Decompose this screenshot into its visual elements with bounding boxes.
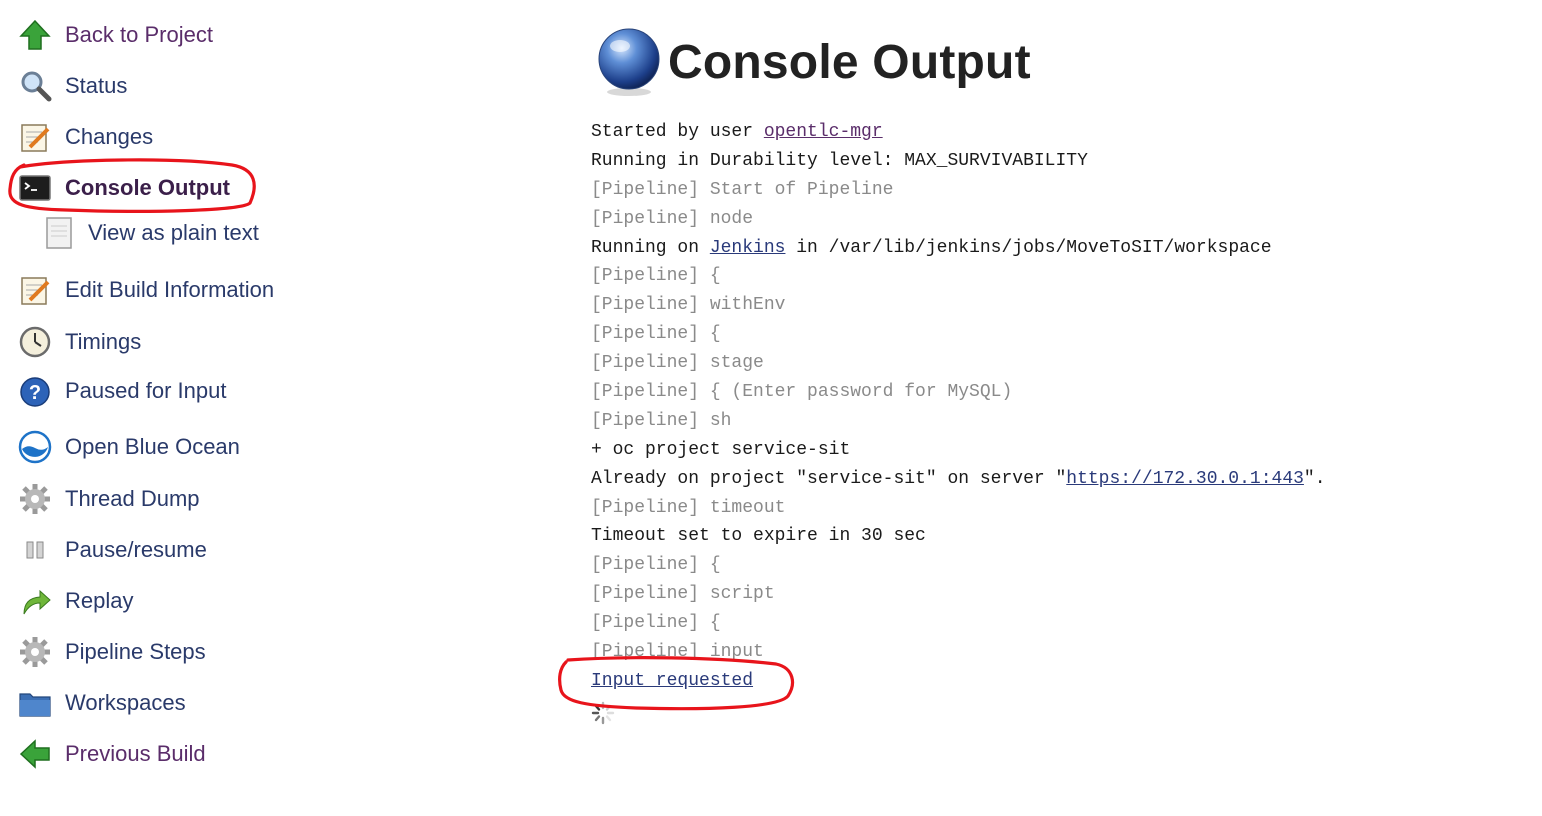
loading-spinner-icon (591, 701, 615, 725)
sidebar-item-timings[interactable]: Timings (18, 323, 141, 361)
help-icon: ? (18, 374, 52, 408)
sidebar-item-label: Pause/resume (65, 537, 207, 562)
sidebar-item-paused-for-input[interactable]: ? Paused for Input (18, 372, 226, 410)
sidebar-item-previous-build[interactable]: Previous Build (18, 735, 206, 773)
node-link[interactable]: Jenkins (710, 238, 786, 258)
sidebar-item-label: Paused for Input (65, 378, 227, 403)
blue-ocean-icon (18, 430, 52, 464)
console-line: Running in Durability level: MAX_SURVIVA… (591, 150, 1088, 171)
console-text: Already on project "service-sit" on serv… (591, 468, 1067, 489)
gear-icon (18, 635, 52, 669)
terminal-icon (18, 171, 52, 205)
sidebar-item-label: Edit Build Information (65, 277, 275, 302)
console-line: [Pipeline] node (591, 208, 754, 229)
magnifier-icon (18, 69, 52, 103)
console-line: [Pipeline] Start of Pipeline (591, 179, 894, 200)
input-requested-link[interactable]: Input requested (591, 671, 753, 691)
console-line: Started by user opentlc-mgr (591, 118, 1326, 147)
sidebar-item-label: Status (65, 73, 128, 98)
sidebar-item-label: Open Blue Ocean (65, 434, 240, 459)
folder-icon (18, 686, 52, 720)
document-icon (42, 216, 76, 250)
sidebar-item-label: Pipeline Steps (65, 639, 206, 664)
pause-icon (18, 533, 52, 567)
up-arrow-icon (18, 18, 52, 52)
console-line: [Pipeline] timeout (591, 497, 786, 518)
sidebar-item-pipeline-steps[interactable]: Pipeline Steps (18, 633, 206, 671)
title-row: Console Output (596, 26, 1031, 98)
redo-arrow-icon (18, 584, 52, 618)
sidebar-item-thread-dump[interactable]: Thread Dump (18, 480, 200, 518)
sidebar-item-label: Previous Build (65, 741, 206, 766)
console-line: [Pipeline] sh (591, 410, 732, 431)
console-line: [Pipeline] withEnv (591, 295, 786, 316)
console-line: + oc project service-sit (591, 439, 851, 460)
sidebar-item-status[interactable]: Status (18, 67, 127, 105)
sidebar-item-workspaces[interactable]: Workspaces (18, 684, 186, 722)
sidebar-item-label: View as plain text (88, 220, 259, 245)
server-url-link[interactable]: https://172.30.0.1:443 (1066, 469, 1304, 489)
console-line: Running on Jenkins in /var/lib/jenkins/j… (591, 234, 1326, 263)
console-line: [Pipeline] { (591, 555, 721, 576)
console-line: [Pipeline] input (591, 642, 764, 663)
console-line: [Pipeline] { (591, 266, 721, 287)
sidebar-item-pause-resume[interactable]: Pause/resume (18, 531, 207, 569)
notepad-icon (18, 120, 52, 154)
left-arrow-icon (18, 737, 52, 771)
sidebar-item-back-to-project[interactable]: Back to Project (18, 16, 213, 54)
main-content: Console Output Started by user opentlc-m… (558, 0, 1542, 816)
console-line: [Pipeline] { (Enter password for MySQL) (591, 382, 1013, 403)
sidebar: Back to Project Status Changes Console O… (0, 0, 560, 816)
console-text: ". (1303, 468, 1326, 489)
sidebar-item-replay[interactable]: Replay (18, 582, 133, 620)
sidebar-item-label: Replay (65, 588, 134, 613)
sidebar-item-edit-build-information[interactable]: Edit Build Information (18, 271, 274, 309)
sidebar-item-label: Workspaces (65, 690, 186, 715)
console-line: Already on project "service-sit" on serv… (591, 465, 1326, 494)
console-line: Timeout set to expire in 30 sec (591, 526, 926, 547)
console-text: in /var/lib/jenkins/jobs/MoveToSIT/works… (785, 237, 1272, 258)
console-line: [Pipeline] script (591, 584, 775, 605)
sidebar-item-label: Changes (65, 124, 154, 149)
sidebar-item-label: Back to Project (65, 22, 213, 47)
blue-ball-icon (598, 28, 660, 96)
clock-icon (18, 325, 52, 359)
svg-text:?: ? (29, 382, 41, 404)
console-line: [Pipeline] { (591, 324, 721, 345)
console-output: Started by user opentlc-mgr Running in D… (591, 118, 1326, 696)
sidebar-item-label: Timings (65, 329, 142, 354)
sidebar-item-changes[interactable]: Changes (18, 118, 153, 156)
console-line: [Pipeline] stage (591, 353, 764, 374)
gear-icon (18, 482, 52, 516)
sidebar-item-view-as-plain-text[interactable]: View as plain text (42, 214, 259, 252)
page-title: Console Output (668, 35, 1031, 89)
sidebar-item-console-output[interactable]: Console Output (18, 169, 230, 207)
console-line: [Pipeline] { (591, 613, 721, 634)
sidebar-item-label: Console Output (65, 175, 230, 200)
console-text: Started by user (591, 122, 764, 142)
notepad-icon (18, 273, 52, 307)
user-link[interactable]: opentlc-mgr (764, 122, 883, 142)
console-line: Input requested (591, 667, 1326, 696)
sidebar-item-open-blue-ocean[interactable]: Open Blue Ocean (18, 428, 240, 466)
sidebar-item-label: Thread Dump (65, 486, 200, 511)
console-text: Running on (591, 237, 710, 258)
